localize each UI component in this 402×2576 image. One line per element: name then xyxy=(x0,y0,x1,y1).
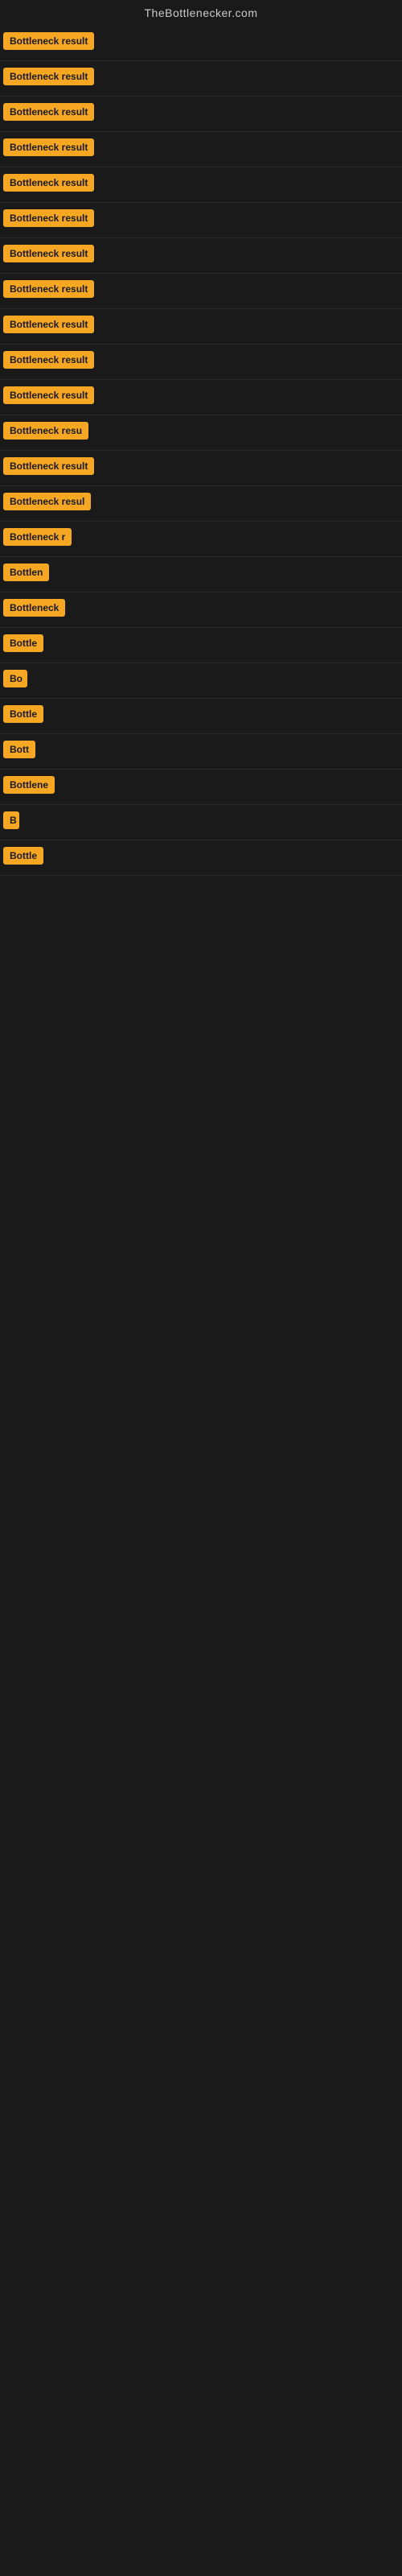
bottleneck-result-badge[interactable]: Bottleneck result xyxy=(3,351,94,369)
list-item: Bott xyxy=(0,734,402,770)
bottleneck-result-badge[interactable]: Bottleneck result xyxy=(3,209,94,227)
bottleneck-result-badge[interactable]: Bottleneck result xyxy=(3,174,94,192)
bottleneck-result-badge[interactable]: Bo xyxy=(3,670,27,687)
list-item: Bottleneck resu xyxy=(0,415,402,451)
list-item: Bottleneck result xyxy=(0,380,402,415)
bottleneck-result-badge[interactable]: Bottleneck result xyxy=(3,103,94,121)
bottleneck-result-badge[interactable]: Bottle xyxy=(3,847,43,865)
list-item: Bottleneck r xyxy=(0,522,402,557)
list-item: Bottleneck result xyxy=(0,26,402,61)
list-item: Bottleneck result xyxy=(0,274,402,309)
bottleneck-result-badge[interactable]: Bottleneck result xyxy=(3,386,94,404)
list-item: Bottleneck result xyxy=(0,167,402,203)
bottleneck-result-badge[interactable]: Bottleneck result xyxy=(3,32,94,50)
rows-container: Bottleneck result Bottleneck result Bottle… xyxy=(0,26,402,876)
list-item: Bottlene xyxy=(0,770,402,805)
list-item: Bottleneck result xyxy=(0,203,402,238)
list-item: Bottlen xyxy=(0,557,402,592)
list-item: Bottleneck result xyxy=(0,309,402,345)
list-item: Bottleneck result xyxy=(0,132,402,167)
bottleneck-result-badge[interactable]: Bottleneck r xyxy=(3,528,72,546)
bottleneck-result-badge[interactable]: Bottleneck result xyxy=(3,280,94,298)
bottleneck-result-badge[interactable]: Bott xyxy=(3,741,35,758)
list-item: Bottle xyxy=(0,699,402,734)
bottleneck-result-badge[interactable]: Bottleneck resu xyxy=(3,422,88,440)
site-header: TheBottlenecker.com xyxy=(0,0,402,26)
bottleneck-result-badge[interactable]: Bottleneck result xyxy=(3,457,94,475)
list-item: Bottleneck result xyxy=(0,238,402,274)
bottleneck-result-badge[interactable]: Bottlene xyxy=(3,776,55,794)
bottleneck-result-badge[interactable]: B xyxy=(3,811,19,829)
list-item: Bottleneck result xyxy=(0,97,402,132)
bottleneck-result-badge[interactable]: Bottleneck result xyxy=(3,245,94,262)
list-item: Bottleneck resul xyxy=(0,486,402,522)
list-item: Bo xyxy=(0,663,402,699)
bottleneck-result-badge[interactable]: Bottlen xyxy=(3,564,49,581)
list-item: Bottleneck xyxy=(0,592,402,628)
list-item: Bottleneck result xyxy=(0,345,402,380)
list-item: B xyxy=(0,805,402,840)
list-item: Bottle xyxy=(0,840,402,876)
site-title: TheBottlenecker.com xyxy=(0,0,402,26)
bottleneck-result-badge[interactable]: Bottleneck result xyxy=(3,68,94,85)
bottleneck-result-badge[interactable]: Bottle xyxy=(3,634,43,652)
bottleneck-result-badge[interactable]: Bottleneck xyxy=(3,599,65,617)
list-item: Bottle xyxy=(0,628,402,663)
bottleneck-result-badge[interactable]: Bottle xyxy=(3,705,43,723)
bottleneck-result-badge[interactable]: Bottleneck result xyxy=(3,316,94,333)
bottleneck-result-badge[interactable]: Bottleneck resul xyxy=(3,493,91,510)
list-item: Bottleneck result xyxy=(0,451,402,486)
list-item: Bottleneck result xyxy=(0,61,402,97)
bottleneck-result-badge[interactable]: Bottleneck result xyxy=(3,138,94,156)
